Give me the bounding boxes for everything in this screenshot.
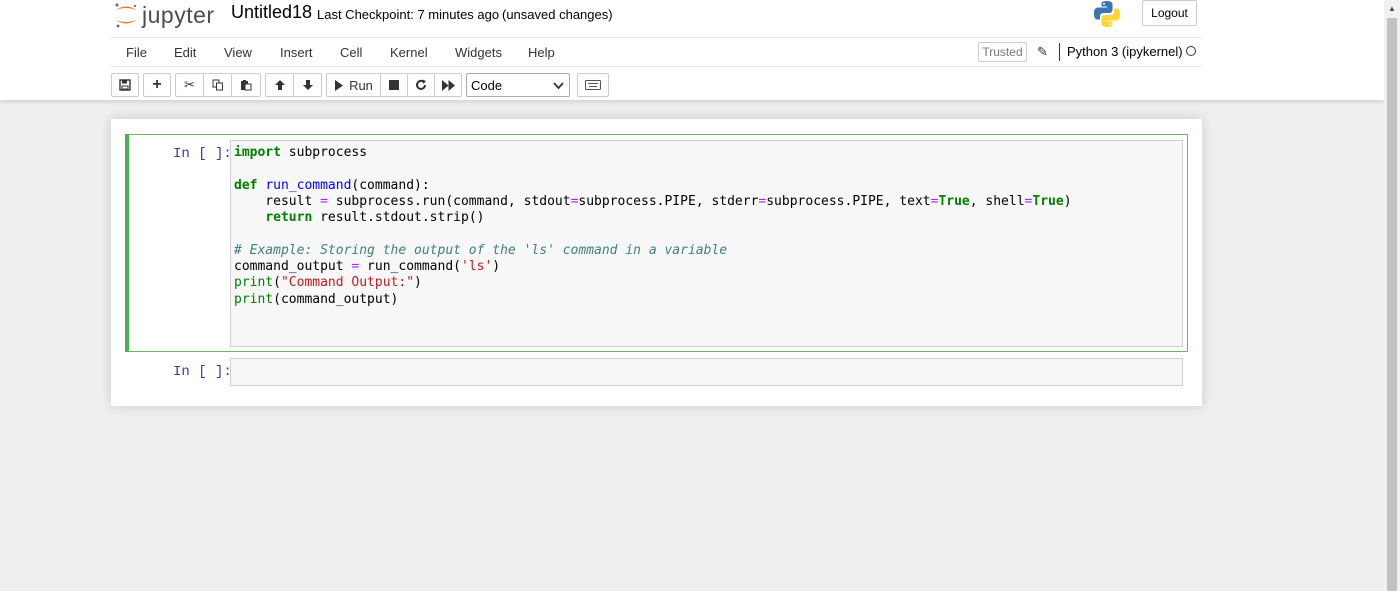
restart-button[interactable] (408, 74, 435, 96)
code-token: print (234, 291, 274, 307)
logo-text: jupyter (142, 1, 215, 28)
code-token: True (938, 193, 970, 209)
input-prompt: In [ ]: (173, 146, 232, 162)
menu-file[interactable]: File (126, 45, 147, 60)
code-token: run_command (265, 177, 352, 193)
command-palette-button[interactable] (577, 73, 609, 97)
save-icon (119, 79, 131, 91)
logout-button[interactable]: Logout (1142, 0, 1197, 26)
code-token: result (234, 193, 321, 209)
input-prompt-2: In [ ]: (173, 364, 232, 380)
plus-icon: + (152, 76, 162, 93)
run-button[interactable]: Run (327, 74, 381, 96)
keyboard-icon (585, 80, 601, 90)
code-token: "Command Output:" (280, 275, 415, 291)
code-token: 'ls' (460, 259, 493, 275)
pencil-icon[interactable]: ✎ (1037, 44, 1048, 60)
scroll-up-icon[interactable]: ▲ (1388, 4, 1396, 13)
scrollbar-thumb[interactable] (1387, 18, 1397, 591)
python-logo-icon (1094, 1, 1120, 27)
toolbar-group-move (265, 73, 322, 97)
kernel-divider (1059, 43, 1060, 61)
cell-type-select[interactable]: Code (466, 73, 570, 97)
toolbar-group-insert: + (143, 73, 171, 97)
code-token: ) (414, 275, 422, 291)
kernel-idle-icon (1186, 46, 1196, 56)
code-token: subprocess (280, 145, 368, 160)
code-token: ) (1063, 193, 1072, 209)
cut-icon: ✂ (184, 77, 195, 92)
code-token: def (234, 177, 258, 193)
code-token: = (320, 193, 328, 209)
copy-icon (212, 79, 223, 91)
code-token: subprocess.PIPE, text (766, 193, 931, 209)
code-token: run_command( (359, 259, 461, 275)
kernel-name[interactable]: Python 3 (ipykernel) (1067, 44, 1183, 59)
code-token: command_output (234, 259, 352, 275)
code-token: True (1032, 193, 1064, 209)
run-label: Run (349, 77, 373, 93)
copy-button[interactable] (204, 74, 232, 96)
arrow-up-icon (274, 80, 285, 90)
jupyter-logo-icon (115, 3, 137, 28)
code-token: , shell (969, 193, 1025, 209)
checkpoint-status: Last Checkpoint: 7 minutes ago (317, 7, 500, 22)
code-content[interactable]: import subprocess def run_command(comman… (234, 145, 1072, 308)
cell-selection-bar (125, 134, 129, 352)
interrupt-button[interactable] (381, 74, 408, 96)
code-token: ) (492, 259, 501, 275)
code-editor-empty[interactable] (230, 358, 1183, 386)
notebook-name[interactable]: Untitled18 (231, 2, 312, 23)
chevron-down-icon (553, 82, 564, 90)
code-token: (command_output) (273, 291, 399, 307)
code-token: ( (273, 275, 281, 291)
menu-view[interactable]: View (224, 45, 252, 60)
menu-cell[interactable]: Cell (340, 45, 362, 60)
paste-icon (241, 80, 252, 91)
arrow-down-icon (302, 80, 313, 90)
menu-kernel[interactable]: Kernel (390, 45, 428, 60)
cut-button[interactable]: ✂ (176, 74, 204, 96)
toolbar-group-run: Run (326, 73, 462, 97)
code-token: print (234, 275, 274, 291)
move-up-button[interactable] (266, 74, 294, 96)
jupyter-logo[interactable]: jupyter (114, 0, 215, 30)
code-token: subprocess.PIPE, stderr (578, 193, 759, 209)
move-down-button[interactable] (294, 74, 321, 96)
cell-type-value: Code (471, 77, 503, 93)
stop-icon (389, 80, 399, 90)
run-icon (335, 79, 344, 91)
toolbar-group-clipboard: ✂ (175, 73, 261, 97)
code-token: # Example: Storing the output of the 'ls… (234, 242, 728, 258)
code-token: import (234, 145, 281, 160)
insert-cell-button[interactable]: + (144, 74, 170, 96)
menu-widgets[interactable]: Widgets (455, 45, 502, 60)
trusted-button[interactable]: Trusted (978, 42, 1027, 62)
code-token: result.stdout.strip() (312, 210, 485, 226)
menu-insert[interactable]: Insert (280, 45, 313, 60)
menu-help[interactable]: Help (528, 45, 555, 60)
menu-edit[interactable]: Edit (174, 45, 196, 60)
save-status: (unsaved changes) (502, 7, 613, 22)
restart-run-all-button[interactable] (435, 74, 461, 96)
paste-button[interactable] (232, 74, 260, 96)
fast-forward-icon (441, 79, 455, 91)
toolbar-group-save (111, 73, 139, 97)
restart-icon (416, 79, 426, 90)
code-token: (command): (351, 177, 430, 193)
code-token: subprocess.run(command, stdout (327, 193, 571, 209)
save-button[interactable] (112, 74, 138, 96)
code-token: return (265, 210, 313, 226)
